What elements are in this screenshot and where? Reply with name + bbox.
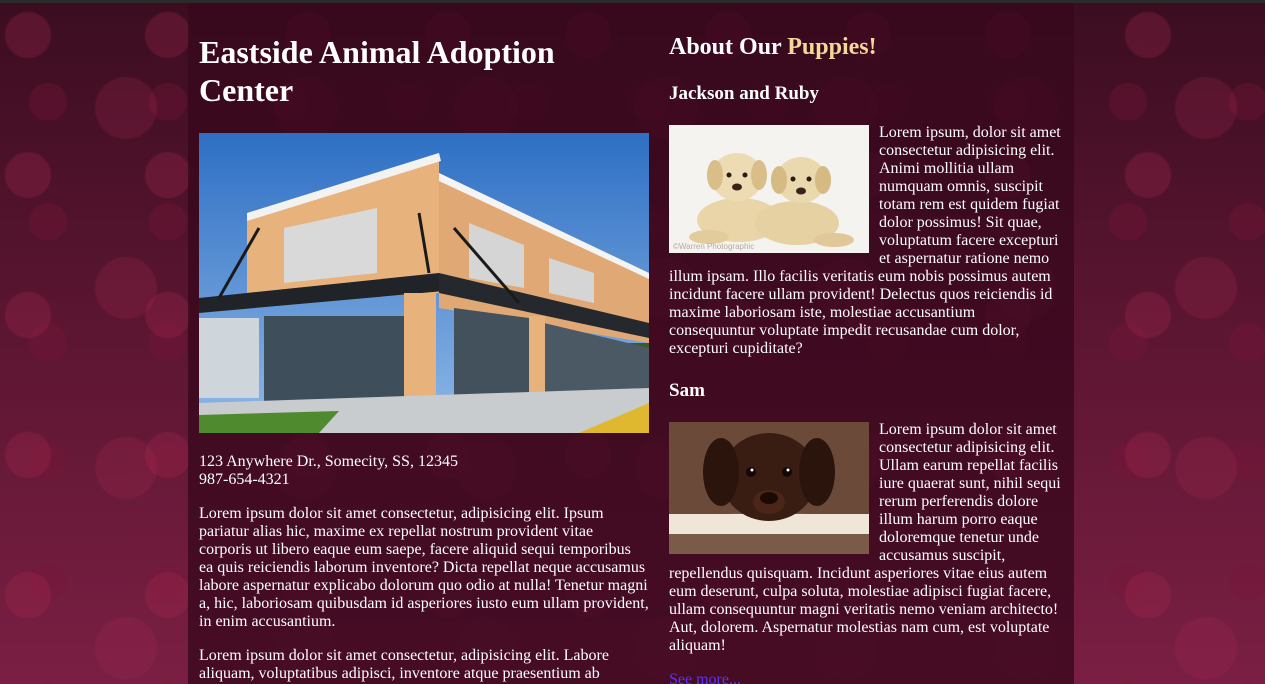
center-address-block: 123 Anywhere Dr., Somecity, SS, 12345 98… xyxy=(199,453,649,489)
puppy-photo-chocolate-lab xyxy=(669,422,869,554)
puppy-photo-labradors: ©Warren Photographic xyxy=(669,125,869,253)
page-title: Eastside Animal Adoption Center xyxy=(199,34,555,108)
building-photo xyxy=(199,133,649,433)
puppies-heading-accent: Puppies! xyxy=(787,34,877,60)
see-more-link[interactable]: See more... xyxy=(669,671,741,684)
puppies-heading-prefix: About Our xyxy=(669,34,788,60)
puppy-name: Jackson and Ruby xyxy=(669,83,819,104)
photo-watermark: ©Warren Photographic xyxy=(673,242,754,251)
puppy-entry: Lorem ipsum dolor sit amet consectetur a… xyxy=(669,421,1061,655)
center-description-paragraph: Lorem ipsum dolor sit amet consectetur, … xyxy=(199,647,609,684)
center-info-column: Eastside Animal Adoption Center 123 Anyw… xyxy=(199,3,649,684)
puppy-entry: ©Warren Photographic Lorem ipsum, dolor … xyxy=(669,124,1061,358)
center-phone: 987-654-4321 xyxy=(199,471,290,488)
puppies-heading: About Our Puppies! xyxy=(669,33,1061,61)
center-address: 123 Anywhere Dr., Somecity, SS, 12345 xyxy=(199,453,458,470)
center-description-paragraph: Lorem ipsum dolor sit amet consectetur, … xyxy=(199,505,649,630)
page-container: Eastside Animal Adoption Center 123 Anyw… xyxy=(188,3,1074,684)
puppies-column: About Our Puppies! Jackson and Ruby ©War… xyxy=(669,3,1061,684)
puppy-name: Sam xyxy=(669,380,705,401)
